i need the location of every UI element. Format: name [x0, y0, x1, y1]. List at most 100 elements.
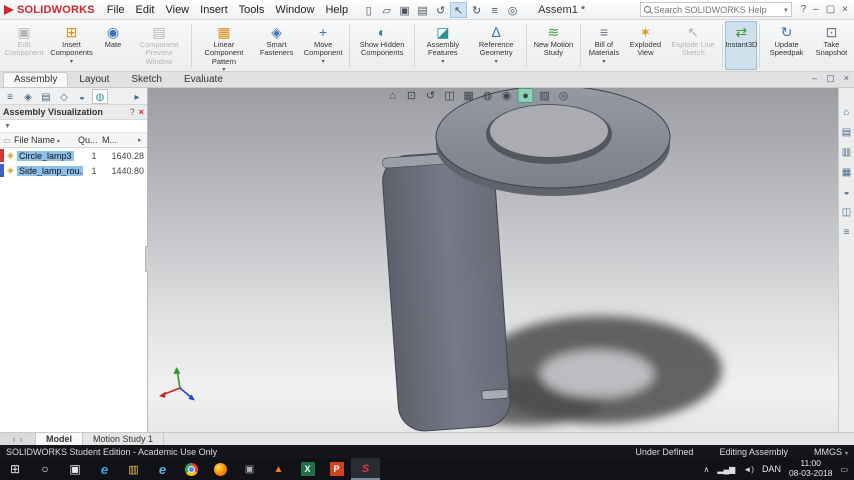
column-header-quantity[interactable]: Qu...	[78, 135, 102, 145]
doc-minimize-icon[interactable]: –	[812, 73, 817, 84]
help-search-box[interactable]: ▾	[639, 2, 792, 17]
ribbon-button-move-component[interactable]: + Move Component ▾	[299, 21, 347, 70]
rebuild-icon[interactable]: ↻	[468, 2, 485, 18]
zoom-area-icon[interactable]: ⊡	[404, 88, 420, 103]
ribbon-button-bill-of-materials[interactable]: ≡ Bill of Materials ▾	[583, 21, 625, 70]
design-library-icon[interactable]: ▤	[842, 128, 851, 138]
search-input[interactable]	[653, 4, 782, 15]
ribbon-button-smart-fasteners[interactable]: ◈ Smart Fasteners	[254, 21, 299, 70]
ribbon-button-reference-geometry[interactable]: ∆ Reference Geometry ▾	[469, 21, 524, 70]
panel-close-icon[interactable]: ×	[139, 107, 144, 117]
taskbar-app-chrome[interactable]	[177, 458, 206, 480]
restore-icon[interactable]: ▢	[826, 2, 835, 18]
ribbon-button-exploded-view[interactable]: ✶ Exploded View	[625, 21, 666, 70]
close-icon[interactable]: ×	[842, 2, 848, 18]
ribbon-button-instant3d[interactable]: ⇄ Instant3D	[725, 21, 757, 70]
ribbon-button-insert-components[interactable]: ⊞ Insert Components ▾	[46, 21, 97, 70]
taskbar-app-solidworks[interactable]: S	[351, 458, 380, 480]
display-style-icon[interactable]: ◍	[480, 88, 496, 103]
custom-properties-icon[interactable]: ≡	[844, 228, 850, 238]
tab-motion-study-1[interactable]: Motion Study 1	[83, 433, 165, 445]
taskbar-app-firefox[interactable]	[206, 458, 235, 480]
chevron-down-icon[interactable]: ▾	[70, 59, 73, 65]
search-button[interactable]: ○	[30, 458, 60, 480]
taskbar-app-powerpoint[interactable]: P	[322, 458, 351, 480]
ribbon-button-new-motion-study[interactable]: ≋ New Motion Study	[529, 21, 578, 70]
flat-view-icon[interactable]: ▭	[0, 136, 14, 145]
tab-evaluate[interactable]: Evaluate	[173, 72, 234, 87]
menu-view[interactable]: View	[160, 2, 194, 18]
ribbon-button-show-hidden-components[interactable]: ◐ Show Hidden Components	[352, 21, 412, 70]
menu-edit[interactable]: Edit	[131, 2, 160, 18]
resources-icon[interactable]: ⌂	[843, 108, 849, 118]
tab-assembly[interactable]: Assembly	[3, 72, 69, 87]
open-icon[interactable]: ▱	[378, 2, 395, 18]
menu-tools[interactable]: Tools	[234, 2, 270, 18]
ribbon-button-edit-component[interactable]: ▣ Edit Component	[2, 21, 46, 70]
network-icon[interactable]: ▂▄▆	[717, 465, 735, 474]
part-name[interactable]: Circle_lamp3	[17, 150, 74, 161]
select-pointer-icon[interactable]: ↖	[450, 1, 468, 18]
scenes-icon[interactable]: ◫	[842, 208, 851, 218]
chevron-down-icon[interactable]: ▾	[441, 59, 444, 65]
column-header-mass[interactable]: M...	[102, 135, 138, 145]
column-expand-icon[interactable]: ▸	[138, 136, 147, 144]
dimxpert-tab[interactable]: ◇	[56, 89, 72, 104]
view-orientation-icon[interactable]: ▦	[461, 88, 477, 103]
start-button[interactable]: ⊞	[0, 458, 30, 480]
taskbar-app-edge[interactable]: e	[90, 458, 119, 480]
tab-overflow-icon[interactable]: ▸	[129, 89, 145, 104]
ribbon-button-explode-line-sketch[interactable]: ↖ Explode Line Sketch	[666, 21, 720, 70]
task-view-button[interactable]: ▣	[60, 458, 90, 480]
table-row[interactable]: ◈ Circle_lamp3 1 1640.28	[0, 148, 147, 163]
options-icon[interactable]: ◎	[504, 2, 521, 18]
ribbon-button-update-speedpak[interactable]: ↻ Update Speedpak	[762, 21, 811, 70]
propertymanager-tab[interactable]: ◈	[20, 89, 36, 104]
search-caret-icon[interactable]: ▾	[784, 6, 788, 14]
ribbon-button-mate[interactable]: ◉ Mate	[97, 21, 129, 70]
new-document-icon[interactable]: ▯	[360, 2, 377, 18]
zoom-fit-icon[interactable]: ⌂	[385, 88, 401, 103]
file-properties-icon[interactable]: ≡	[486, 2, 503, 18]
notification-center-icon[interactable]: ▭	[840, 465, 848, 474]
chevron-down-icon[interactable]: ▾	[322, 59, 325, 65]
column-header-file-name[interactable]: File Name ▴	[14, 135, 78, 145]
taskbar-app-internet-explorer[interactable]: e	[148, 458, 177, 480]
apply-scene-icon[interactable]: ▨	[537, 88, 553, 103]
minimize-icon[interactable]: –	[813, 2, 819, 18]
menu-help[interactable]: Help	[320, 2, 353, 18]
view-settings-icon[interactable]: ◎	[556, 88, 572, 103]
hide-show-items-icon[interactable]: ◉	[499, 88, 515, 103]
menu-window[interactable]: Window	[270, 2, 319, 18]
appearances-icon[interactable]: ◒	[843, 188, 849, 198]
tab-sketch[interactable]: Sketch	[120, 72, 173, 87]
edit-appearance-icon[interactable]: ●	[517, 88, 534, 103]
tab-layout[interactable]: Layout	[68, 72, 120, 87]
taskbar-app-vlc[interactable]: ▲	[264, 458, 293, 480]
units-selector[interactable]: MMGS ▾	[814, 447, 848, 457]
undo-icon[interactable]: ↺	[432, 2, 449, 18]
menu-file[interactable]: File	[102, 2, 130, 18]
table-row[interactable]: ◈ Side_lamp_rou... 1 1440.80	[0, 163, 147, 178]
taskbar-app-file-explorer[interactable]: ▥	[119, 458, 148, 480]
volume-icon[interactable]: ◄)	[743, 465, 754, 474]
previous-view-icon[interactable]: ↺	[423, 88, 439, 103]
tray-chevron-icon[interactable]: ∧	[704, 465, 710, 474]
ribbon-button-component-preview-window[interactable]: ▤ Component Preview Window	[129, 21, 189, 70]
part-name[interactable]: Side_lamp_rou...	[17, 165, 83, 176]
chevron-down-icon[interactable]: ▾	[602, 59, 605, 65]
save-icon[interactable]: ▣	[396, 2, 413, 18]
clock[interactable]: 11:00 08-03-2018	[789, 458, 832, 479]
language-indicator[interactable]: DAN	[762, 464, 781, 474]
featuremanager-tree-tab[interactable]: ≡	[2, 89, 18, 104]
section-view-icon[interactable]: ◫	[442, 88, 458, 103]
taskbar-app-excel[interactable]: X	[293, 458, 322, 480]
tab-model[interactable]: Model	[36, 433, 83, 445]
help-icon[interactable]: ?	[801, 2, 807, 18]
ribbon-button-take-snapshot[interactable]: ⊡ Take Snapshot	[811, 21, 852, 70]
filter-icon[interactable]: ▼	[4, 123, 11, 130]
menu-insert[interactable]: Insert	[195, 2, 233, 18]
doc-close-icon[interactable]: ×	[844, 73, 849, 84]
displaymanager-tab[interactable]: ◒	[74, 89, 90, 104]
panel-help-icon[interactable]: ?	[130, 107, 135, 117]
